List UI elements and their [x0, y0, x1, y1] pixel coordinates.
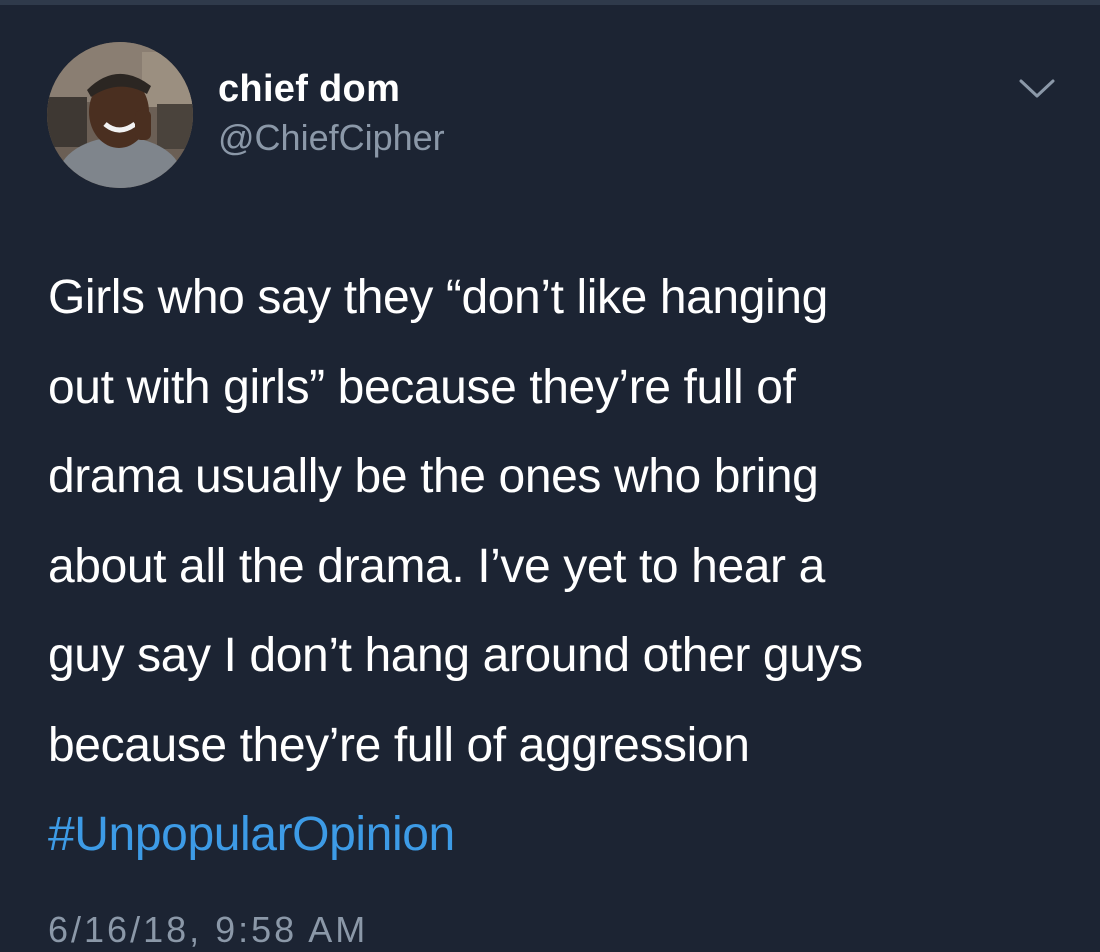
- tweet-text-line: out with girls” because they’re full of: [48, 360, 796, 414]
- tweet-text-line: guy say I don’t hang around other guys: [48, 629, 863, 682]
- tweet-text-line: drama usually be the ones who bring: [48, 450, 819, 503]
- tweet-timestamp[interactable]: 6/16/18, 9:58 AM: [48, 908, 368, 952]
- display-name[interactable]: chief dom: [218, 66, 445, 112]
- chevron-down-icon[interactable]: [1017, 77, 1057, 101]
- tweet-header: chief dom @ChiefCipher: [47, 42, 1057, 190]
- tweet-text-line: about all the drama. I’ve yet to hear a: [48, 539, 825, 593]
- tweet-text-line: Girls who say they “don’t like hanging: [48, 271, 828, 324]
- hashtag-link[interactable]: #UnpopularOpinion: [48, 790, 1068, 880]
- user-handle[interactable]: @ChiefCipher: [218, 114, 445, 162]
- avatar[interactable]: [47, 42, 193, 188]
- tweet-text: Girls who say they “don’t like hanging o…: [48, 253, 1068, 880]
- top-divider: [0, 0, 1100, 5]
- profile-photo: [47, 42, 193, 188]
- tweet-text-line: because they’re full of aggression: [48, 718, 750, 772]
- user-info: chief dom @ChiefCipher: [218, 66, 445, 162]
